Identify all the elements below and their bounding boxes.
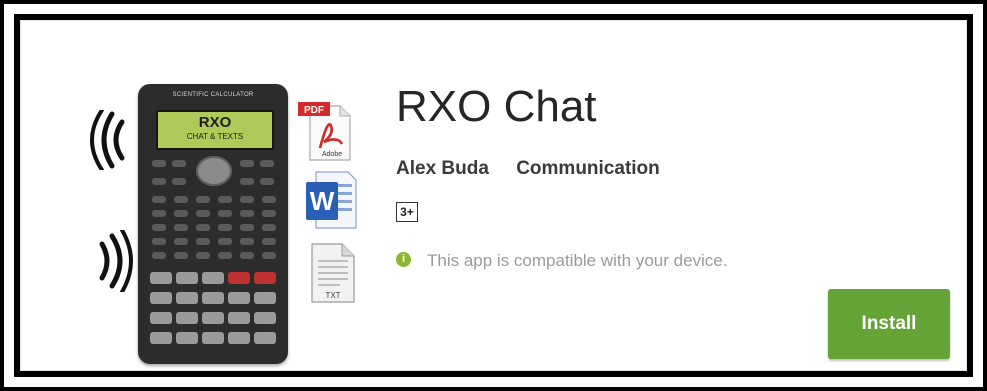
calculator-brand: SCIENTIFIC CALCULATOR: [172, 92, 254, 98]
outer-frame: SCIENTIFIC CALCULATOR RXO CHAT & TEXTS P…: [4, 4, 983, 387]
info-icon: i: [396, 252, 411, 268]
calculator-image: SCIENTIFIC CALCULATOR RXO CHAT & TEXTS: [138, 84, 288, 364]
app-title: RXO Chat: [396, 82, 597, 131]
pdf-badge: PDF: [304, 105, 324, 116]
screen-line-1: RXO: [198, 114, 232, 131]
app-card: SCIENTIFIC CALCULATOR RXO CHAT & TEXTS P…: [20, 20, 967, 371]
inner-frame: SCIENTIFIC CALCULATOR RXO CHAT & TEXTS P…: [14, 14, 973, 377]
sound-wave-icon: [88, 110, 128, 170]
word-file-icon: W: [302, 168, 360, 237]
app-meta: Alex Buda Communication: [396, 158, 660, 180]
adobe-label: Adobe: [322, 151, 342, 158]
calculator-screen: RXO CHAT & TEXTS: [156, 110, 274, 150]
txt-label: TXT: [325, 291, 340, 300]
screen-line-2: CHAT & TEXTS: [186, 132, 244, 141]
install-button[interactable]: Install: [828, 289, 950, 359]
category-link[interactable]: Communication: [516, 158, 660, 180]
sound-wave-icon: [96, 230, 136, 292]
developer-link[interactable]: Alex Buda: [396, 158, 489, 180]
word-letter: W: [310, 186, 335, 216]
content-rating-badge: 3+: [396, 202, 418, 222]
pdf-file-icon: PDF Adobe: [298, 100, 354, 167]
compatibility-notice: i This app is compatible with your device…: [396, 251, 727, 271]
txt-file-icon: TXT: [306, 238, 358, 309]
compatibility-text: This app is compatible with your device.: [427, 251, 728, 270]
calculator-dpad: [196, 156, 232, 186]
